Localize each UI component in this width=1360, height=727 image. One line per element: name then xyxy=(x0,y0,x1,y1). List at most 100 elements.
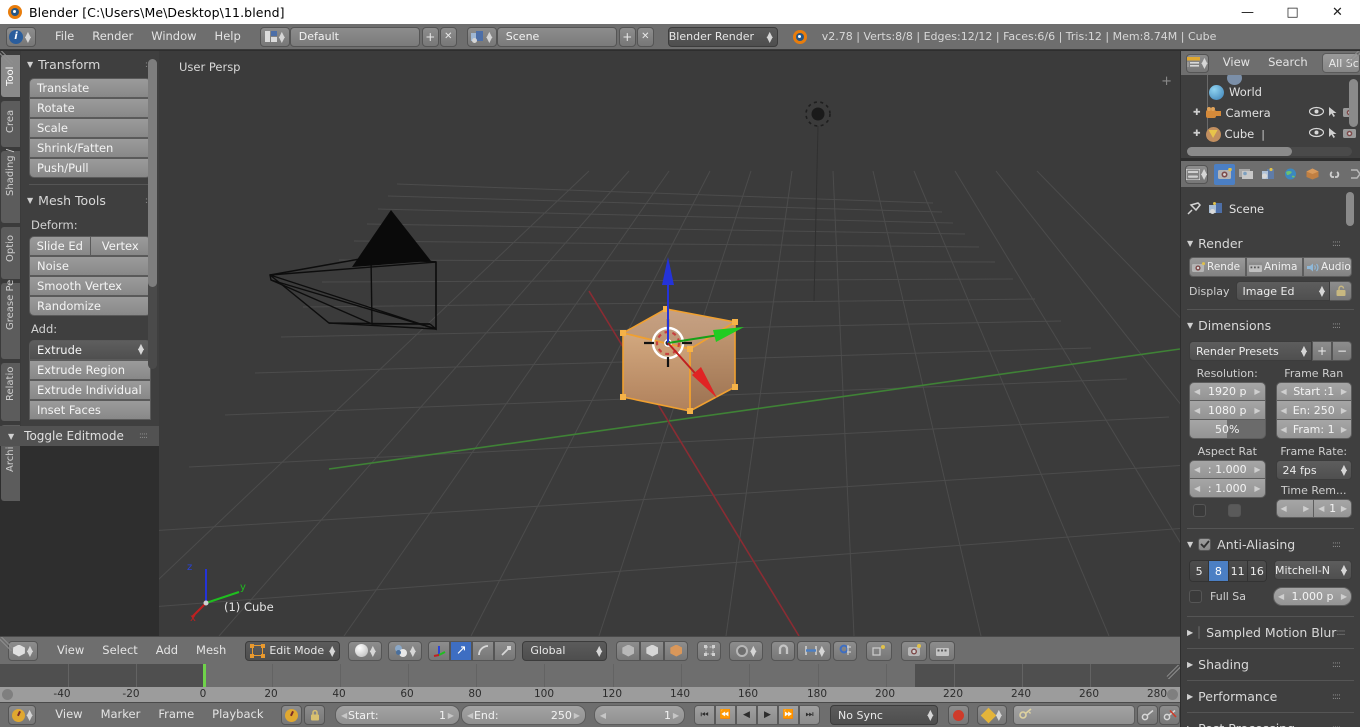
properties-scrollbar[interactable] xyxy=(1346,192,1354,226)
aa-sample-5[interactable]: 5 xyxy=(1190,561,1209,581)
dimensions-panel-header[interactable]: ▼ Dimensions :::: xyxy=(1181,313,1360,338)
delete-scene-button[interactable]: ✕ xyxy=(637,27,654,47)
timeline-menu-view[interactable]: View xyxy=(46,709,91,721)
scene-datablock-icon[interactable]: ▲▼ xyxy=(467,27,497,47)
sampled-motion-blur-panel-header[interactable]: ▶ Sampled Motion Blur :::: xyxy=(1181,620,1360,645)
render-animation-icon[interactable] xyxy=(929,641,955,661)
toggle-editmode-panel-header[interactable]: ▼ Toggle Editmode :::: xyxy=(0,426,159,446)
limit-selection-visible-icon[interactable] xyxy=(697,641,721,661)
sync-mode-dropdown[interactable]: No Sync ▲▼ xyxy=(830,705,938,725)
render-audio-button[interactable]: Audio xyxy=(1303,257,1352,277)
keyframe-diamond-icon[interactable]: ▲▼ xyxy=(977,705,1007,725)
tab-modifiers[interactable] xyxy=(1346,164,1360,185)
properties-editor[interactable]: Scene ▼ Render :::: Rende Anima Audio Di xyxy=(1181,187,1360,727)
frame-rate-dropdown[interactable]: 24 fps ▲▼ xyxy=(1276,460,1353,480)
snap-during-transform-icon[interactable] xyxy=(866,641,892,661)
full-sample-checkbox[interactable] xyxy=(1189,590,1202,603)
outliner-vertical-scrollbar[interactable] xyxy=(1349,79,1358,127)
outliner-horizontal-scrollbar[interactable] xyxy=(1187,147,1352,156)
prev-keyframe-icon[interactable]: ⏪ xyxy=(715,705,736,725)
motion-blur-checkbox[interactable] xyxy=(1198,626,1200,639)
render-presets-dropdown[interactable]: Render Presets ▲▼ xyxy=(1189,341,1312,361)
randomize-button[interactable]: Randomize xyxy=(29,296,151,316)
rotate-button[interactable]: Rotate xyxy=(29,98,151,118)
tab-constraints[interactable] xyxy=(1324,164,1345,185)
sidebar-item-create[interactable]: Crea xyxy=(1,101,20,147)
frame-step-field[interactable]: ◀Fram: 1▶ xyxy=(1276,420,1353,439)
menu-help[interactable]: Help xyxy=(206,31,250,43)
tab-scene[interactable] xyxy=(1258,164,1279,185)
next-keyframe-icon[interactable]: ⏩ xyxy=(778,705,799,725)
pivot-point-dropdown[interactable]: ▲▼ xyxy=(388,641,422,661)
render-panel-header[interactable]: ▼ Render :::: xyxy=(1181,231,1360,256)
scale-button[interactable]: Scale xyxy=(29,118,151,138)
editor-type-selector[interactable]: i ▲▼ xyxy=(6,27,36,47)
current-frame-field[interactable]: ◀ 1 ▶ xyxy=(594,705,685,725)
menu-select[interactable]: Select xyxy=(93,645,146,657)
timeline-menu-frame[interactable]: Frame xyxy=(149,709,203,721)
tab-render-layers[interactable] xyxy=(1236,164,1257,185)
aa-filter-size-field[interactable]: ◀1.000 p▶ xyxy=(1273,587,1352,606)
outliner-menu-view[interactable]: View xyxy=(1214,57,1259,69)
outliner-menu-search[interactable]: Search xyxy=(1259,57,1317,69)
menu-window[interactable]: Window xyxy=(142,31,205,43)
display-mode-dropdown[interactable]: Image Ed ▲▼ xyxy=(1236,281,1330,301)
frame-end-field[interactable]: ◀ End: 250 ▶ xyxy=(461,705,586,725)
expand-icon[interactable]: ✚ xyxy=(1193,129,1201,139)
keying-set-field[interactable] xyxy=(1013,705,1135,725)
lock-interface-icon[interactable] xyxy=(1330,281,1352,301)
scale-manipulator-icon[interactable] xyxy=(494,641,516,661)
mode-dropdown[interactable]: Edit Mode ▲▼ xyxy=(245,641,340,661)
performance-panel-header[interactable]: ▶ Performance :::: xyxy=(1181,684,1360,709)
screen-layout-field[interactable]: Default xyxy=(290,27,420,47)
tab-world[interactable] xyxy=(1280,164,1301,185)
add-scene-button[interactable]: + xyxy=(619,27,636,47)
shading-panel-header[interactable]: ▶ Shading :::: xyxy=(1181,652,1360,677)
toolshelf-scrollbar[interactable] xyxy=(148,59,157,369)
3d-viewport[interactable]: User Persp (1) Cube + z y x xyxy=(159,51,1180,636)
remove-preset-button[interactable]: − xyxy=(1332,341,1352,361)
record-icon[interactable] xyxy=(948,705,969,725)
delete-keyframe-icon[interactable] xyxy=(1159,705,1180,725)
jump-end-icon[interactable]: ⏭ xyxy=(799,705,820,725)
anti-aliasing-checkbox[interactable] xyxy=(1198,538,1211,551)
vertex-select-icon[interactable] xyxy=(616,641,640,661)
extrude-region-button[interactable]: Extrude Region xyxy=(29,360,151,380)
jump-start-icon[interactable]: ⏮ xyxy=(694,705,715,725)
minimize-button[interactable]: — xyxy=(1225,0,1270,24)
aa-filter-dropdown[interactable]: Mitchell-N ▲▼ xyxy=(1274,560,1352,580)
timeline-menu-playback[interactable]: Playback xyxy=(203,709,272,721)
menu-mesh[interactable]: Mesh xyxy=(187,645,235,657)
scene-name-field[interactable]: Scene xyxy=(497,27,617,47)
post-processing-panel-header[interactable]: ▶ Post Processing :::: xyxy=(1181,716,1360,727)
resolution-y-field[interactable]: ◀1080 p▶ xyxy=(1189,401,1266,420)
transform-orientation-dropdown[interactable]: Global ▲▼ xyxy=(522,641,607,661)
maximize-button[interactable]: □ xyxy=(1270,0,1315,24)
toggle-properties-region-icon[interactable]: + xyxy=(1161,74,1172,89)
aspect-x-field[interactable]: ◀: 1.000▶ xyxy=(1189,460,1266,479)
frame-end-prop-field[interactable]: ◀En: 250▶ xyxy=(1276,401,1353,420)
snap-target-icon[interactable] xyxy=(833,641,857,661)
border-checkbox[interactable] xyxy=(1193,504,1206,517)
time-remap-old-field[interactable]: ◀▶ xyxy=(1276,499,1315,518)
noise-button[interactable]: Noise xyxy=(29,256,151,276)
editor-type-selector-timeline[interactable]: ▲▼ xyxy=(8,705,36,725)
cursor-arrow-icon[interactable] xyxy=(1327,106,1339,121)
timeline-scroll-grip-right[interactable] xyxy=(1167,689,1178,700)
sidebar-item-shading[interactable]: Shading / xyxy=(1,151,20,223)
play-icon[interactable]: ▶ xyxy=(757,705,778,725)
screen-layout-icon[interactable]: ▲▼ xyxy=(260,27,290,47)
aa-sample-16[interactable]: 16 xyxy=(1248,561,1266,581)
timeline-scrub-area[interactable]: -40 -20 0 20 40 60 80 100 120 140 160 18… xyxy=(0,664,1180,702)
translate-manipulator-icon[interactable]: ↗ xyxy=(450,641,472,661)
menu-view[interactable]: View xyxy=(48,645,93,657)
extrude-individual-button[interactable]: Extrude Individual xyxy=(29,380,151,400)
proportional-editing-dropdown[interactable]: ▲▼ xyxy=(729,641,763,661)
camera-render-icon[interactable] xyxy=(1342,127,1357,142)
sidebar-item-options[interactable]: Optio xyxy=(1,227,20,279)
rotate-manipulator-icon[interactable] xyxy=(472,641,494,661)
aa-sample-11[interactable]: 11 xyxy=(1229,561,1248,581)
snap-element-dropdown[interactable]: ▲▼ xyxy=(797,641,831,661)
add-preset-button[interactable]: + xyxy=(1312,341,1332,361)
play-reverse-icon[interactable]: ◀ xyxy=(736,705,757,725)
